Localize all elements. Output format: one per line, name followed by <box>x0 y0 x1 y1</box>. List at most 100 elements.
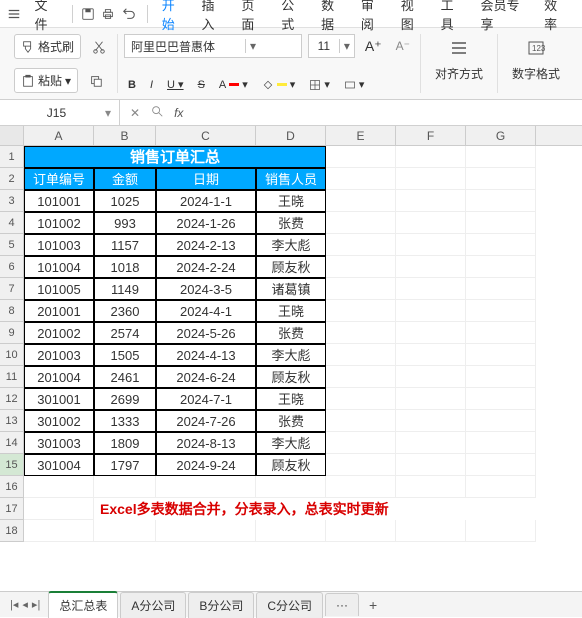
cell[interactable] <box>326 212 396 234</box>
search-icon[interactable] <box>150 104 164 121</box>
cell[interactable] <box>396 388 466 410</box>
row-header[interactable]: 8 <box>0 300 24 322</box>
cell[interactable] <box>396 454 466 476</box>
cell[interactable] <box>466 432 536 454</box>
cell[interactable] <box>326 520 396 542</box>
cell[interactable]: 101002 <box>24 212 94 234</box>
cell[interactable]: 1809 <box>94 432 156 454</box>
cell[interactable]: 101004 <box>24 256 94 278</box>
cell[interactable] <box>396 366 466 388</box>
alignment-button[interactable]: 对齐方式 <box>427 34 491 86</box>
cell[interactable] <box>256 520 326 542</box>
tab-first-icon[interactable]: |◂ <box>10 598 18 611</box>
cell[interactable] <box>396 190 466 212</box>
sheet-tab-summary[interactable]: 总汇总表 <box>48 591 118 618</box>
cell[interactable] <box>466 212 536 234</box>
format-painter-button[interactable]: 格式刷 <box>14 34 81 59</box>
cell[interactable]: 张费 <box>256 410 326 432</box>
cell[interactable] <box>466 234 536 256</box>
number-format-button[interactable]: 123 数字格式 <box>504 34 568 86</box>
row-header[interactable]: 5 <box>0 234 24 256</box>
menu-review[interactable]: 审阅 <box>353 0 393 37</box>
cell[interactable]: 顾友秋 <box>256 366 326 388</box>
cell[interactable] <box>396 322 466 344</box>
tab-next-icon[interactable]: ▸| <box>32 598 40 611</box>
menu-insert[interactable]: 插入 <box>194 0 234 37</box>
col-header-D[interactable]: D <box>256 126 326 145</box>
cell[interactable] <box>396 476 466 498</box>
cell[interactable]: 301003 <box>24 432 94 454</box>
cell[interactable] <box>326 300 396 322</box>
cell[interactable] <box>396 212 466 234</box>
font-name-combo[interactable]: 阿里巴巴普惠体 ▾ <box>124 34 302 58</box>
font-color-button[interactable]: A ▾ <box>215 76 252 93</box>
sheet-tab-c[interactable]: C分公司 <box>256 592 323 618</box>
row-header[interactable]: 2 <box>0 168 24 190</box>
table-header[interactable]: 日期 <box>156 168 256 190</box>
cell[interactable] <box>466 278 536 300</box>
cut-button[interactable] <box>87 35 111 59</box>
paste-button[interactable]: 粘贴 ▾ <box>14 68 78 93</box>
cell[interactable] <box>24 476 94 498</box>
cell[interactable]: 1018 <box>94 256 156 278</box>
cell[interactable]: 1157 <box>94 234 156 256</box>
copy-button[interactable] <box>84 69 108 93</box>
bold-button[interactable]: B <box>124 77 140 93</box>
row-header[interactable]: 1 <box>0 146 24 168</box>
cell[interactable] <box>326 454 396 476</box>
menu-page[interactable]: 页面 <box>233 0 273 37</box>
row-header[interactable]: 18 <box>0 520 24 542</box>
cell[interactable] <box>24 498 94 520</box>
sheet-tab-b[interactable]: B分公司 <box>188 592 254 618</box>
cell[interactable] <box>326 146 396 168</box>
cell[interactable]: 2024-4-1 <box>156 300 256 322</box>
cancel-icon[interactable]: ✕ <box>130 106 140 120</box>
cell[interactable]: 李大彪 <box>256 234 326 256</box>
cell[interactable]: 201001 <box>24 300 94 322</box>
cell[interactable] <box>396 256 466 278</box>
cell[interactable] <box>466 454 536 476</box>
sheet-tab-a[interactable]: A分公司 <box>120 592 186 618</box>
cell[interactable] <box>466 146 536 168</box>
menu-view[interactable]: 视图 <box>393 0 433 37</box>
formula-input[interactable] <box>193 100 582 125</box>
cell[interactable]: 2360 <box>94 300 156 322</box>
col-header-E[interactable]: E <box>326 126 396 145</box>
cell[interactable] <box>466 344 536 366</box>
table-title[interactable]: 销售订单汇总 <box>24 146 326 168</box>
cell[interactable]: 101001 <box>24 190 94 212</box>
row-header[interactable]: 17 <box>0 498 24 520</box>
cell[interactable] <box>466 366 536 388</box>
cell[interactable]: 李大彪 <box>256 344 326 366</box>
cell[interactable] <box>466 168 536 190</box>
cell[interactable] <box>396 432 466 454</box>
row-header[interactable]: 6 <box>0 256 24 278</box>
row-header[interactable]: 16 <box>0 476 24 498</box>
cell[interactable]: 顾友秋 <box>256 454 326 476</box>
cell[interactable]: 101003 <box>24 234 94 256</box>
row-header[interactable]: 3 <box>0 190 24 212</box>
menu-member[interactable]: 会员专享 <box>472 0 536 37</box>
cell[interactable]: 2574 <box>94 322 156 344</box>
fill-color-button[interactable]: ▾ <box>258 76 300 93</box>
cell[interactable]: 2024-3-5 <box>156 278 256 300</box>
fx-label[interactable]: fx <box>174 106 183 120</box>
cell[interactable] <box>326 388 396 410</box>
cell[interactable] <box>326 190 396 212</box>
cell[interactable]: 张费 <box>256 322 326 344</box>
cell[interactable]: 2024-1-1 <box>156 190 256 212</box>
row-header[interactable]: 11 <box>0 366 24 388</box>
cell[interactable]: 301001 <box>24 388 94 410</box>
table-header[interactable]: 金额 <box>94 168 156 190</box>
cell[interactable] <box>396 300 466 322</box>
cell[interactable]: 301002 <box>24 410 94 432</box>
menu-tools[interactable]: 工具 <box>433 0 473 37</box>
cell[interactable]: 2024-7-26 <box>156 410 256 432</box>
cell[interactable] <box>396 344 466 366</box>
row-header[interactable]: 14 <box>0 432 24 454</box>
cell[interactable] <box>94 520 156 542</box>
cell[interactable] <box>396 168 466 190</box>
menu-formula[interactable]: 公式 <box>273 0 313 37</box>
strike-button[interactable]: S <box>194 77 209 93</box>
print-icon[interactable] <box>100 5 117 23</box>
